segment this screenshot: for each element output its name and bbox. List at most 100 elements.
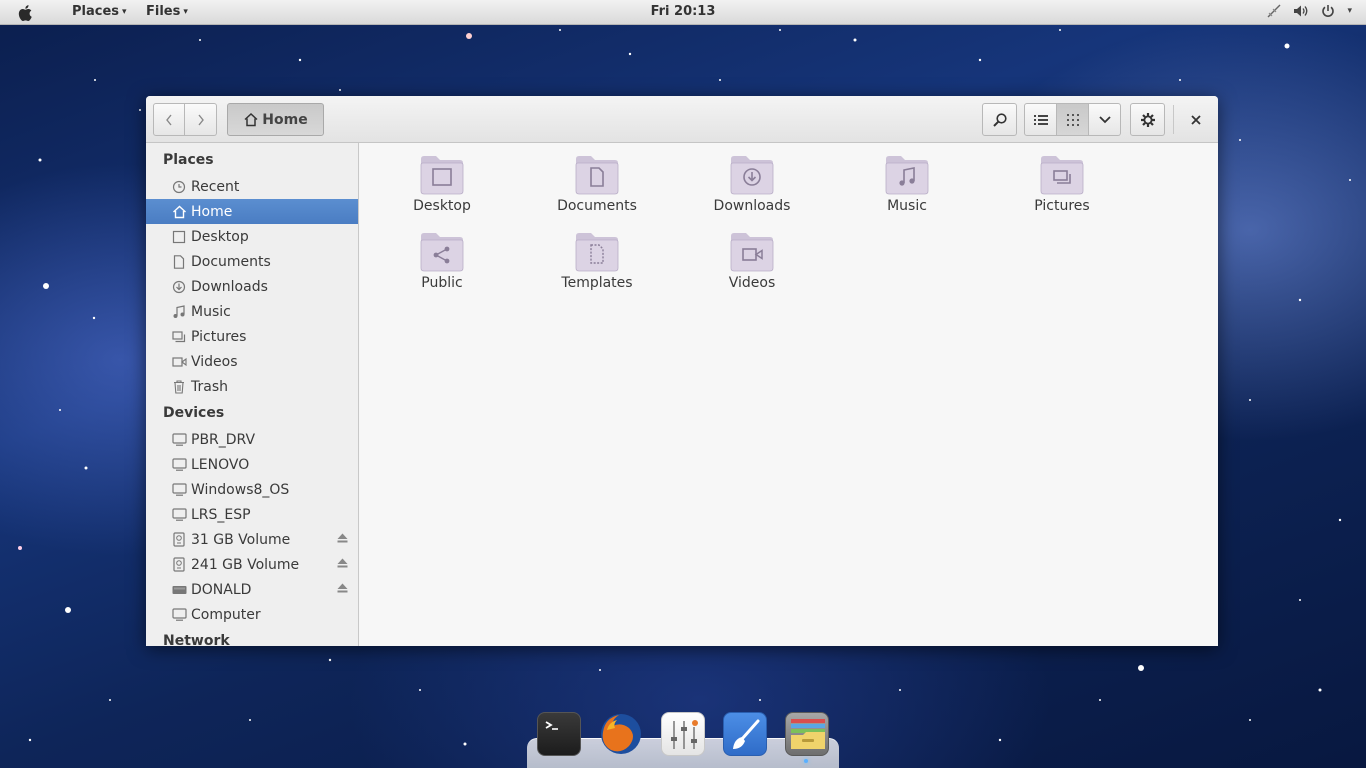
folder-templates[interactable]: Templates [527, 230, 667, 302]
trash-icon [174, 379, 184, 394]
folder-music[interactable]: Music [837, 153, 977, 225]
sidebar-section-devices: Devices [163, 405, 225, 421]
pictures-icon [172, 330, 186, 342]
apple-logo-icon[interactable] [16, 3, 36, 23]
close-window-button[interactable] [1186, 110, 1206, 130]
caret-down-icon: ▾ [122, 6, 127, 17]
sidebar-item-label: Trash [191, 378, 228, 395]
folder-documents[interactable]: Documents [527, 153, 667, 225]
sidebar-item-label: DONALD [191, 581, 252, 598]
settings-mixer-icon[interactable] [661, 712, 705, 756]
sidebar-item-241gb-volume[interactable]: 241 GB Volume [146, 552, 358, 577]
folder-pictures[interactable]: Pictures [992, 153, 1132, 225]
sidebar-item-recent[interactable]: Recent [146, 174, 358, 199]
file-label: Pictures [1034, 198, 1090, 214]
caret-down-icon[interactable]: ▾ [1347, 6, 1352, 16]
sidebar-item-lrs-esp[interactable]: LRS_ESP [146, 502, 358, 527]
file-label: Downloads [713, 198, 791, 214]
download-icon [172, 280, 186, 293]
sidebar-item-label: LRS_ESP [191, 506, 251, 523]
sidebar-item-pbr-drv[interactable]: PBR_DRV [146, 427, 358, 452]
sidebar-item-label: Desktop [191, 228, 249, 245]
document-icon [173, 254, 185, 269]
sidebar-item-home[interactable]: Home [146, 199, 358, 224]
terminal-icon[interactable] [537, 712, 581, 756]
file-label: Desktop [413, 198, 471, 214]
file-label: Templates [561, 275, 633, 291]
panel-menu-files[interactable]: Files ▾ [146, 4, 188, 19]
sidebar-item-label: Downloads [191, 278, 268, 295]
path-home-button[interactable]: Home [227, 103, 324, 136]
folder-videos[interactable]: Videos [682, 230, 822, 302]
eject-icon[interactable] [337, 558, 348, 568]
file-manager-window: Home Places Recent Home Desktop Document… [146, 96, 1218, 646]
volume-icon[interactable] [1293, 4, 1309, 18]
header-bar: Home [146, 96, 1218, 143]
close-icon [1191, 115, 1201, 125]
sidebar-item-label: Videos [191, 353, 238, 370]
panel-menu-label: Files [146, 4, 181, 19]
sidebar-item-computer[interactable]: Computer [146, 602, 358, 627]
folder-downloads-icon [730, 156, 774, 195]
grid-view-button[interactable] [1057, 103, 1089, 136]
back-button[interactable] [153, 103, 185, 136]
folder-videos-icon [730, 233, 774, 272]
eject-icon[interactable] [337, 583, 348, 593]
folder-desktop-icon [420, 156, 464, 195]
sidebar-item-documents[interactable]: Documents [146, 249, 358, 274]
view-options-icon [1098, 115, 1111, 123]
sidebar-item-pictures[interactable]: Pictures [146, 324, 358, 349]
sidebar-item-label: Windows8_OS [191, 481, 290, 498]
removable-drive-icon [173, 557, 185, 572]
firefox-logo [601, 714, 641, 754]
eject-icon[interactable] [337, 533, 348, 543]
network-disconnected-icon[interactable] [1267, 4, 1281, 18]
grid-view-icon [1066, 113, 1079, 126]
view-options-button[interactable] [1089, 103, 1121, 136]
music-icon [173, 304, 185, 318]
files-icon[interactable] [785, 712, 829, 756]
list-view-button[interactable] [1024, 103, 1057, 136]
paint-brush-icon[interactable] [723, 712, 767, 756]
drive-icon [171, 483, 187, 496]
panel-menu-places[interactable]: Places ▾ [72, 4, 127, 19]
top-panel: Places ▾ Files ▾ Fri 20:13 ▾ [0, 0, 1366, 25]
sidebar-item-label: Computer [191, 606, 261, 623]
forward-button[interactable] [185, 103, 217, 136]
sidebar-item-donald[interactable]: DONALD [146, 577, 358, 602]
sidebar-item-label: Recent [191, 178, 240, 195]
sidebar-item-music[interactable]: Music [146, 299, 358, 324]
file-label: Documents [557, 198, 637, 214]
panel-clock[interactable]: Fri 20:13 [651, 4, 716, 19]
sidebar-item-lenovo[interactable]: LENOVO [146, 452, 358, 477]
computer-icon [171, 608, 187, 621]
list-view-icon [1033, 114, 1048, 125]
sidebar-item-desktop[interactable]: Desktop [146, 224, 358, 249]
sidebar-section-places: Places [163, 152, 214, 168]
running-indicator [804, 759, 808, 763]
sidebar-item-windows8-os[interactable]: Windows8_OS [146, 477, 358, 502]
caret-down-icon: ▾ [183, 6, 188, 17]
history-nav [153, 103, 217, 136]
file-label: Videos [728, 275, 776, 291]
firefox-icon[interactable] [599, 712, 643, 756]
sidebar-item-trash[interactable]: Trash [146, 374, 358, 399]
sidebar-item-videos[interactable]: Videos [146, 349, 358, 374]
folder-downloads[interactable]: Downloads [682, 153, 822, 225]
folder-public[interactable]: Public [372, 230, 512, 302]
settings-button[interactable] [1130, 103, 1165, 136]
sidebar-item-label: Music [191, 303, 231, 320]
drive-icon [171, 433, 187, 446]
sidebar-item-downloads[interactable]: Downloads [146, 274, 358, 299]
sidebar-item-label: Documents [191, 253, 271, 270]
drive-icon [171, 508, 187, 521]
folder-desktop[interactable]: Desktop [372, 153, 512, 225]
sidebar-item-label: 31 GB Volume [191, 531, 291, 548]
chevron-right-icon [197, 114, 204, 125]
search-button[interactable] [982, 103, 1017, 136]
desktop-icon [172, 230, 186, 243]
power-icon[interactable] [1321, 4, 1335, 18]
video-icon [171, 356, 187, 367]
path-label: Home [262, 111, 308, 128]
sidebar-item-31gb-volume[interactable]: 31 GB Volume [146, 527, 358, 552]
